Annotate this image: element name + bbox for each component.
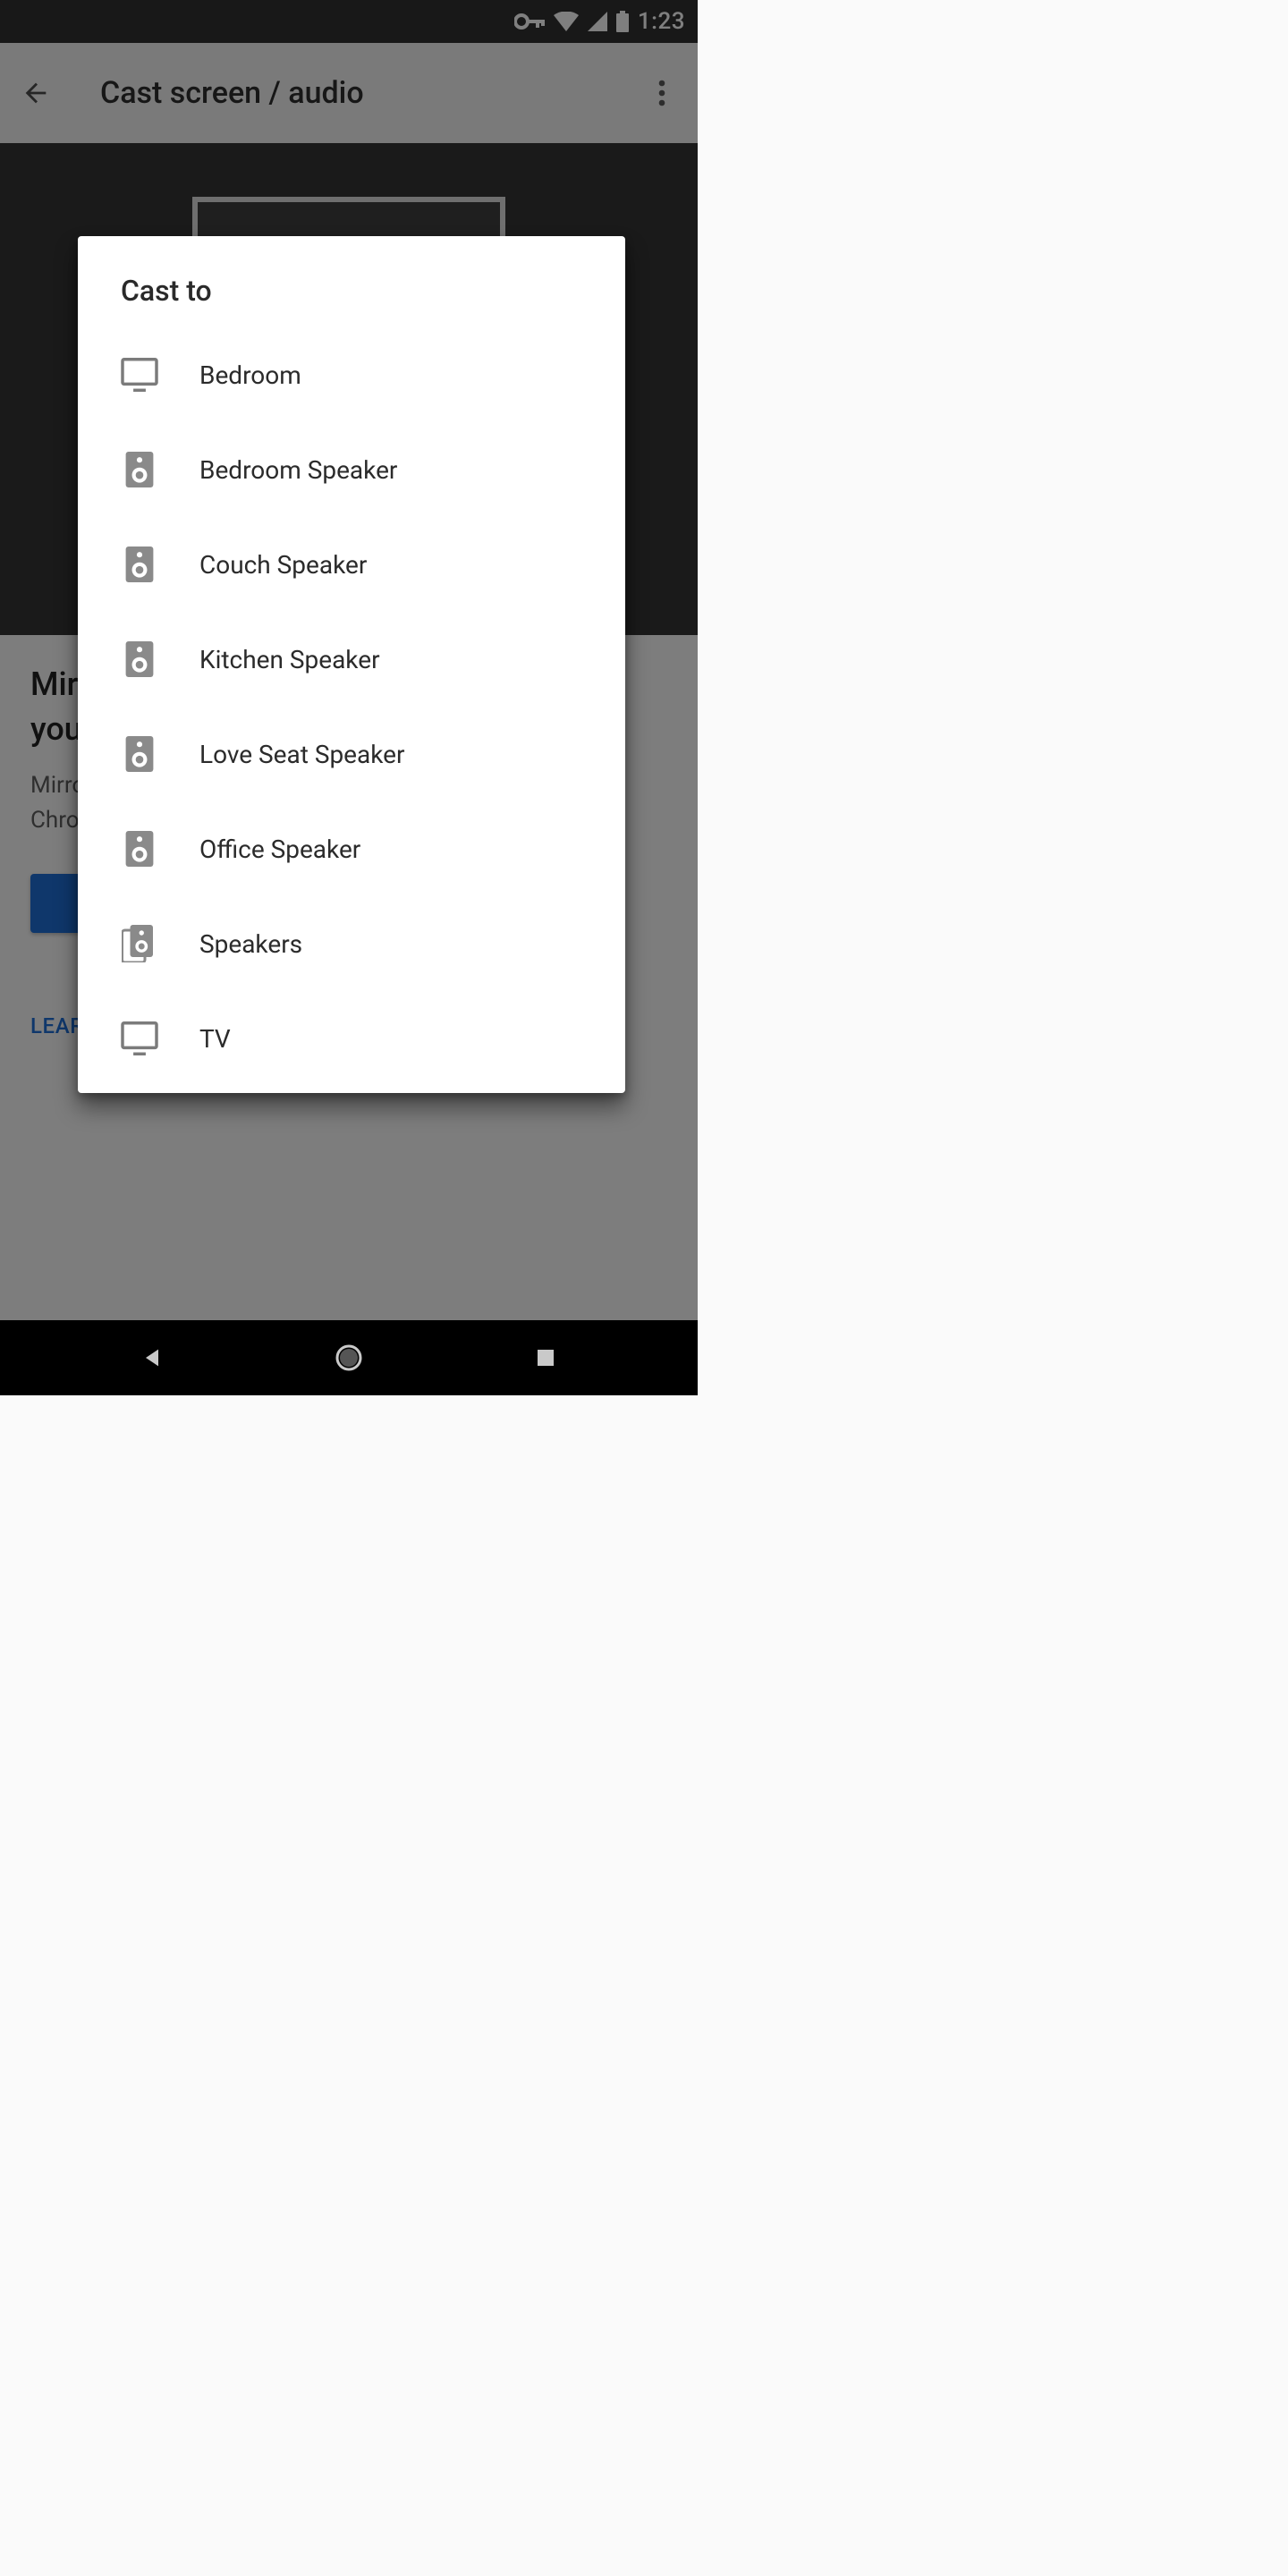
cast-target-item[interactable]: Speakers <box>78 896 625 991</box>
cast-target-item[interactable]: Bedroom Speaker <box>78 422 625 517</box>
cast-target-item[interactable]: TV <box>78 991 625 1086</box>
cast-to-dialog: Cast to Bedroom Bedroom Speaker Couch Spea… <box>78 236 625 1093</box>
tv-icon <box>121 356 158 394</box>
speaker-icon <box>121 640 158 678</box>
cast-target-label: TV <box>199 1024 231 1054</box>
nav-home-button[interactable] <box>330 1339 368 1377</box>
cast-target-item[interactable]: Office Speaker <box>78 801 625 896</box>
nav-recent-button[interactable] <box>527 1339 564 1377</box>
speaker-icon <box>121 735 158 773</box>
cast-target-label: Bedroom Speaker <box>199 455 397 485</box>
speaker-icon <box>121 830 158 868</box>
cast-target-label: Couch Speaker <box>199 550 367 580</box>
cast-target-label: Office Speaker <box>199 835 360 864</box>
cast-target-item[interactable]: Love Seat Speaker <box>78 707 625 801</box>
cast-target-label: Kitchen Speaker <box>199 645 380 674</box>
cast-target-item[interactable]: Couch Speaker <box>78 517 625 612</box>
cast-target-item[interactable]: Bedroom <box>78 327 625 422</box>
cast-target-label: Speakers <box>199 929 302 959</box>
cast-target-item[interactable]: Kitchen Speaker <box>78 612 625 707</box>
speaker-icon <box>121 546 158 583</box>
navigation-bar <box>0 1320 698 1395</box>
speaker-group-icon <box>121 925 158 962</box>
cast-target-label: Bedroom <box>199 360 301 390</box>
speaker-icon <box>121 451 158 488</box>
cast-target-label: Love Seat Speaker <box>199 740 405 769</box>
dialog-title: Cast to <box>78 274 625 327</box>
tv-icon <box>121 1020 158 1057</box>
nav-back-button[interactable] <box>133 1339 171 1377</box>
